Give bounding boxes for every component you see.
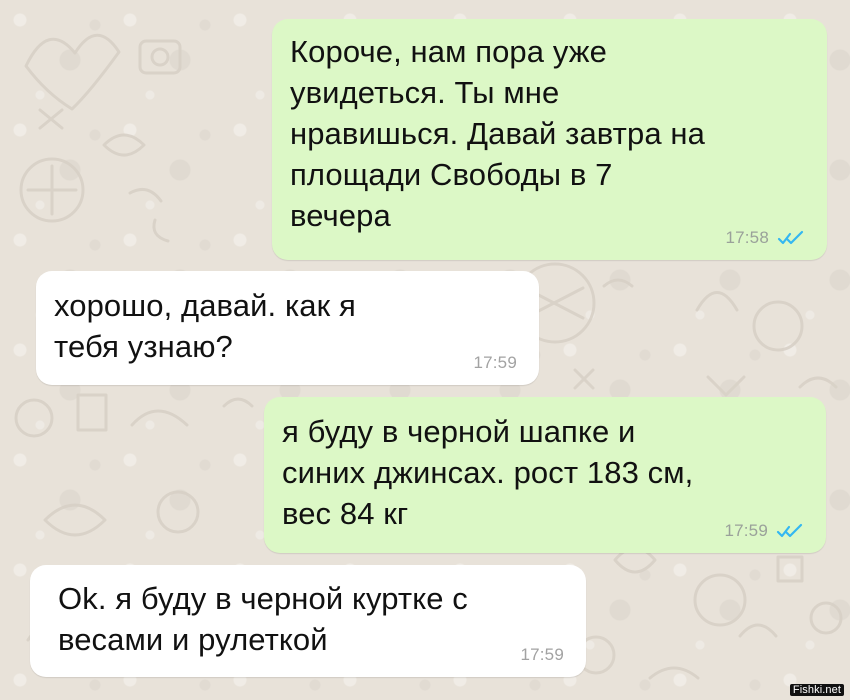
watermark: Fishki.net [789,684,844,696]
message-time: 17:58 [725,228,769,247]
message-text: хорошо, давай. как я тебя узнаю? [54,288,356,364]
message-meta: 17:58 [725,229,805,246]
message-meta: 17:59 [473,354,517,371]
message-meta: 17:59 [520,646,564,663]
outgoing-message-1[interactable]: Короче, нам пора уже увидеться. Ты мне н… [272,19,827,260]
message-time: 17:59 [724,521,768,540]
message-time: 17:59 [473,353,517,372]
message-text: Короче, нам пора уже увидеться. Ты мне н… [290,34,705,233]
message-time: 17:59 [520,645,564,664]
outgoing-message-2[interactable]: я буду в черной шапке и синих джинсах. р… [264,397,826,553]
double-check-icon [777,230,804,244]
incoming-message-2[interactable]: Ok. я буду в черной куртке с весами и ру… [30,565,586,677]
message-meta: 17:59 [724,522,804,539]
message-text: я буду в черной шапке и синих джинсах. р… [282,414,694,531]
double-check-icon [776,523,803,537]
incoming-message-1[interactable]: хорошо, давай. как я тебя узнаю? 17:59 [36,271,539,385]
message-text: Ok. я буду в черной куртке с весами и ру… [58,581,468,657]
